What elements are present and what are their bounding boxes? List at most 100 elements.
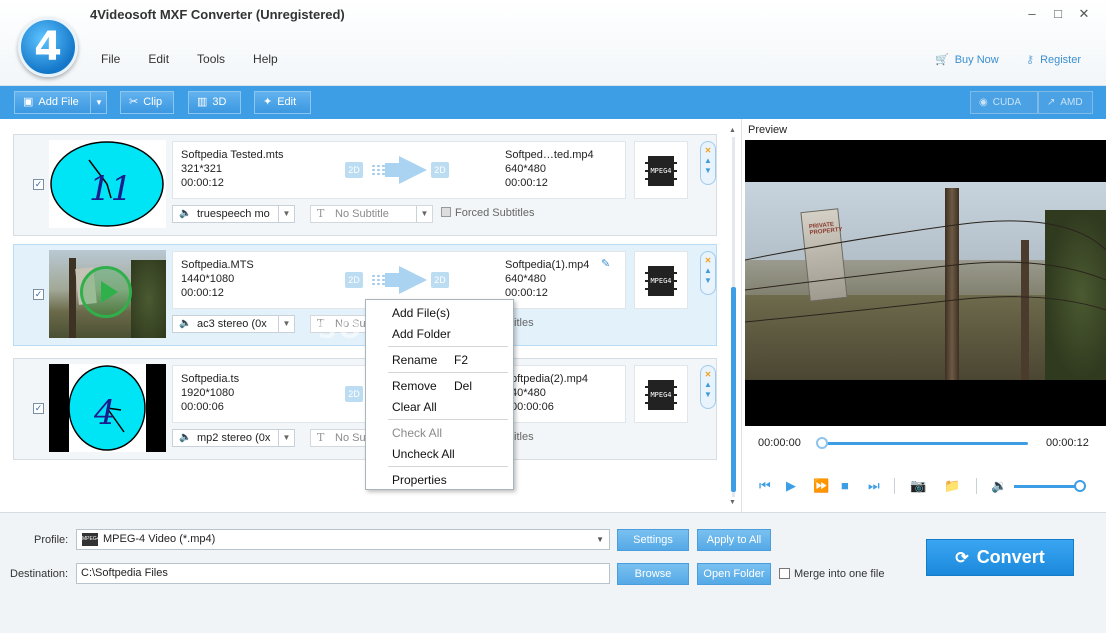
stop-icon[interactable]: ■	[841, 478, 849, 493]
remove-icon[interactable]: ✕	[701, 146, 715, 156]
merge-checkbox[interactable]: Merge into one file	[779, 568, 885, 580]
subtitle-select[interactable]: T No Subtitle ▼	[310, 205, 433, 223]
menu-separator	[388, 466, 508, 467]
remove-icon[interactable]: ✕	[701, 256, 715, 266]
open-folder-button[interactable]: Open Folder	[697, 563, 771, 585]
scroll-down-icon[interactable]: ▼	[729, 499, 736, 506]
maximize-button[interactable]: □	[1048, 6, 1068, 21]
source-2d-badge: 2D	[345, 162, 363, 178]
add-file-label: Add File	[38, 96, 79, 108]
audio-track-select[interactable]: 🔈 ac3 stereo (0x ▼	[172, 315, 295, 333]
source-duration: 00:00:06	[181, 401, 224, 413]
apply-to-all-button[interactable]: Apply to All	[697, 529, 771, 551]
menu-item-add-files[interactable]: Add File(s)	[392, 306, 450, 320]
scroll-thumb[interactable]	[731, 287, 736, 492]
volume-slider[interactable]	[1014, 485, 1082, 488]
checkbox-icon	[441, 207, 451, 217]
file-checkbox[interactable]: ✓	[33, 289, 44, 300]
target-2d-badge: 2D	[431, 162, 449, 178]
chevron-down-icon[interactable]: ▼	[95, 92, 103, 113]
buy-now-link[interactable]: 🛒 Buy Now	[935, 53, 999, 66]
move-down-icon[interactable]: ▼	[701, 276, 715, 286]
chevron-down-icon: ▼	[416, 206, 432, 222]
file-thumbnail	[49, 250, 166, 338]
window-title: 4Videosoft MXF Converter (Unregistered)	[90, 7, 345, 22]
settings-button[interactable]: Settings	[617, 529, 689, 551]
clock-icon: 4	[68, 364, 146, 452]
profile-select[interactable]: MPEG4 MPEG-4 Video (*.mp4) ▼	[76, 529, 610, 550]
clip-button[interactable]: ✂ Clip	[120, 91, 174, 114]
cuda-button[interactable]: ◉ CUDA	[970, 91, 1038, 114]
move-up-icon[interactable]: ▲	[701, 380, 715, 390]
menu-item-check-all: Check All	[392, 426, 443, 440]
menu-item-clear-all[interactable]: Clear All	[392, 400, 437, 414]
menu-file[interactable]: File	[101, 52, 120, 66]
file-checkbox[interactable]: ✓	[33, 403, 44, 414]
remove-icon[interactable]: ✕	[701, 370, 715, 380]
letterbox-top	[745, 140, 1106, 182]
file-checkbox[interactable]: ✓	[33, 179, 44, 190]
move-up-icon[interactable]: ▲	[701, 156, 715, 166]
source-resolution: 1440*1080	[181, 273, 235, 285]
move-down-icon[interactable]: ▼	[701, 166, 715, 176]
audio-track-value: mp2 stereo (0x	[197, 432, 271, 444]
preview-video[interactable]: PRIVATE PROPERTY	[745, 140, 1106, 426]
play-icon[interactable]: ▶	[786, 478, 796, 494]
skip-end-icon[interactable]: ⏭	[868, 478, 880, 494]
output-format-button[interactable]: MPEG4	[634, 251, 688, 309]
nvidia-icon: ◉	[979, 97, 988, 108]
menu-item-uncheck-all[interactable]: Uncheck All	[392, 447, 455, 461]
move-down-icon[interactable]: ▼	[701, 390, 715, 400]
convert-button[interactable]: ⟳ Convert	[926, 539, 1074, 576]
target-info: Softpedia(1).mp4 640*480 00:00:12	[505, 258, 589, 300]
volume-icon[interactable]: 🔉	[991, 478, 1007, 494]
audio-track-select[interactable]: 🔈 truespeech mo ▼	[172, 205, 295, 223]
amd-button[interactable]: ↗ AMD	[1038, 91, 1093, 114]
menu-help[interactable]: Help	[253, 52, 278, 66]
film-icon: MPEG4	[645, 380, 677, 410]
move-up-icon[interactable]: ▲	[701, 266, 715, 276]
output-format-button[interactable]: MPEG4	[634, 365, 688, 423]
folder-icon[interactable]: 📁	[944, 478, 960, 494]
source-filename: Softpedia.MTS	[181, 259, 254, 271]
file-row[interactable]: ✓ 11 Softpedia Tested.mts 321*321 00:00:…	[13, 134, 717, 236]
merge-label: Merge into one file	[794, 568, 885, 580]
control-separator	[976, 478, 977, 494]
3d-button[interactable]: ▥ 3D	[188, 91, 241, 114]
menu-item-remove[interactable]: Remove	[392, 379, 437, 393]
source-duration: 00:00:12	[181, 287, 224, 299]
seek-handle[interactable]	[816, 437, 828, 449]
forced-subtitles-checkbox[interactable]: Forced Subtitles	[441, 207, 534, 219]
browse-button[interactable]: Browse	[617, 563, 689, 585]
register-link[interactable]: ⚷ Register	[1026, 53, 1081, 66]
close-button[interactable]: ✕	[1074, 6, 1094, 22]
camera-icon[interactable]: 📷	[910, 478, 926, 494]
skip-start-icon[interactable]: ⏮	[759, 478, 771, 494]
volume-handle[interactable]	[1074, 480, 1086, 492]
source-resolution: 1920*1080	[181, 387, 235, 399]
audio-track-select[interactable]: 🔈 mp2 stereo (0x ▼	[172, 429, 295, 447]
minimize-button[interactable]: –	[1022, 6, 1042, 21]
fast-forward-icon[interactable]: ⏩	[813, 478, 829, 494]
row-controls: ✕ ▲ ▼	[700, 141, 716, 185]
title-bar: 4 4Videosoft MXF Converter (Unregistered…	[0, 0, 1106, 86]
output-format-button[interactable]: MPEG4	[634, 141, 688, 199]
menu-item-rename[interactable]: Rename	[392, 353, 437, 367]
destination-input[interactable]: C:\Softpedia Files	[76, 563, 610, 584]
menu-item-add-folder[interactable]: Add Folder	[392, 327, 451, 341]
menu-item-properties[interactable]: Properties	[392, 473, 447, 487]
play-triangle	[101, 281, 118, 303]
add-file-button[interactable]: ▣ Add File ▼	[14, 91, 107, 114]
mpeg4-icon: MPEG4	[82, 533, 100, 546]
edit-button[interactable]: ✦ Edit	[254, 91, 311, 114]
menu-tools[interactable]: Tools	[197, 52, 225, 66]
menu-edit[interactable]: Edit	[148, 52, 169, 66]
rename-pencil-icon[interactable]: ✎	[601, 257, 610, 270]
chevron-down-icon: ▼	[278, 206, 294, 222]
play-overlay-icon[interactable]	[80, 266, 132, 318]
target-info: oftpedia(2).mp4 40*480 00:00:06	[511, 372, 588, 414]
chevron-down-icon: ▼	[278, 316, 294, 332]
seek-bar[interactable]	[820, 442, 1028, 445]
scroll-up-icon[interactable]: ▲	[729, 127, 736, 134]
file-list-scrollbar[interactable]: ▲ ▼	[729, 127, 738, 507]
